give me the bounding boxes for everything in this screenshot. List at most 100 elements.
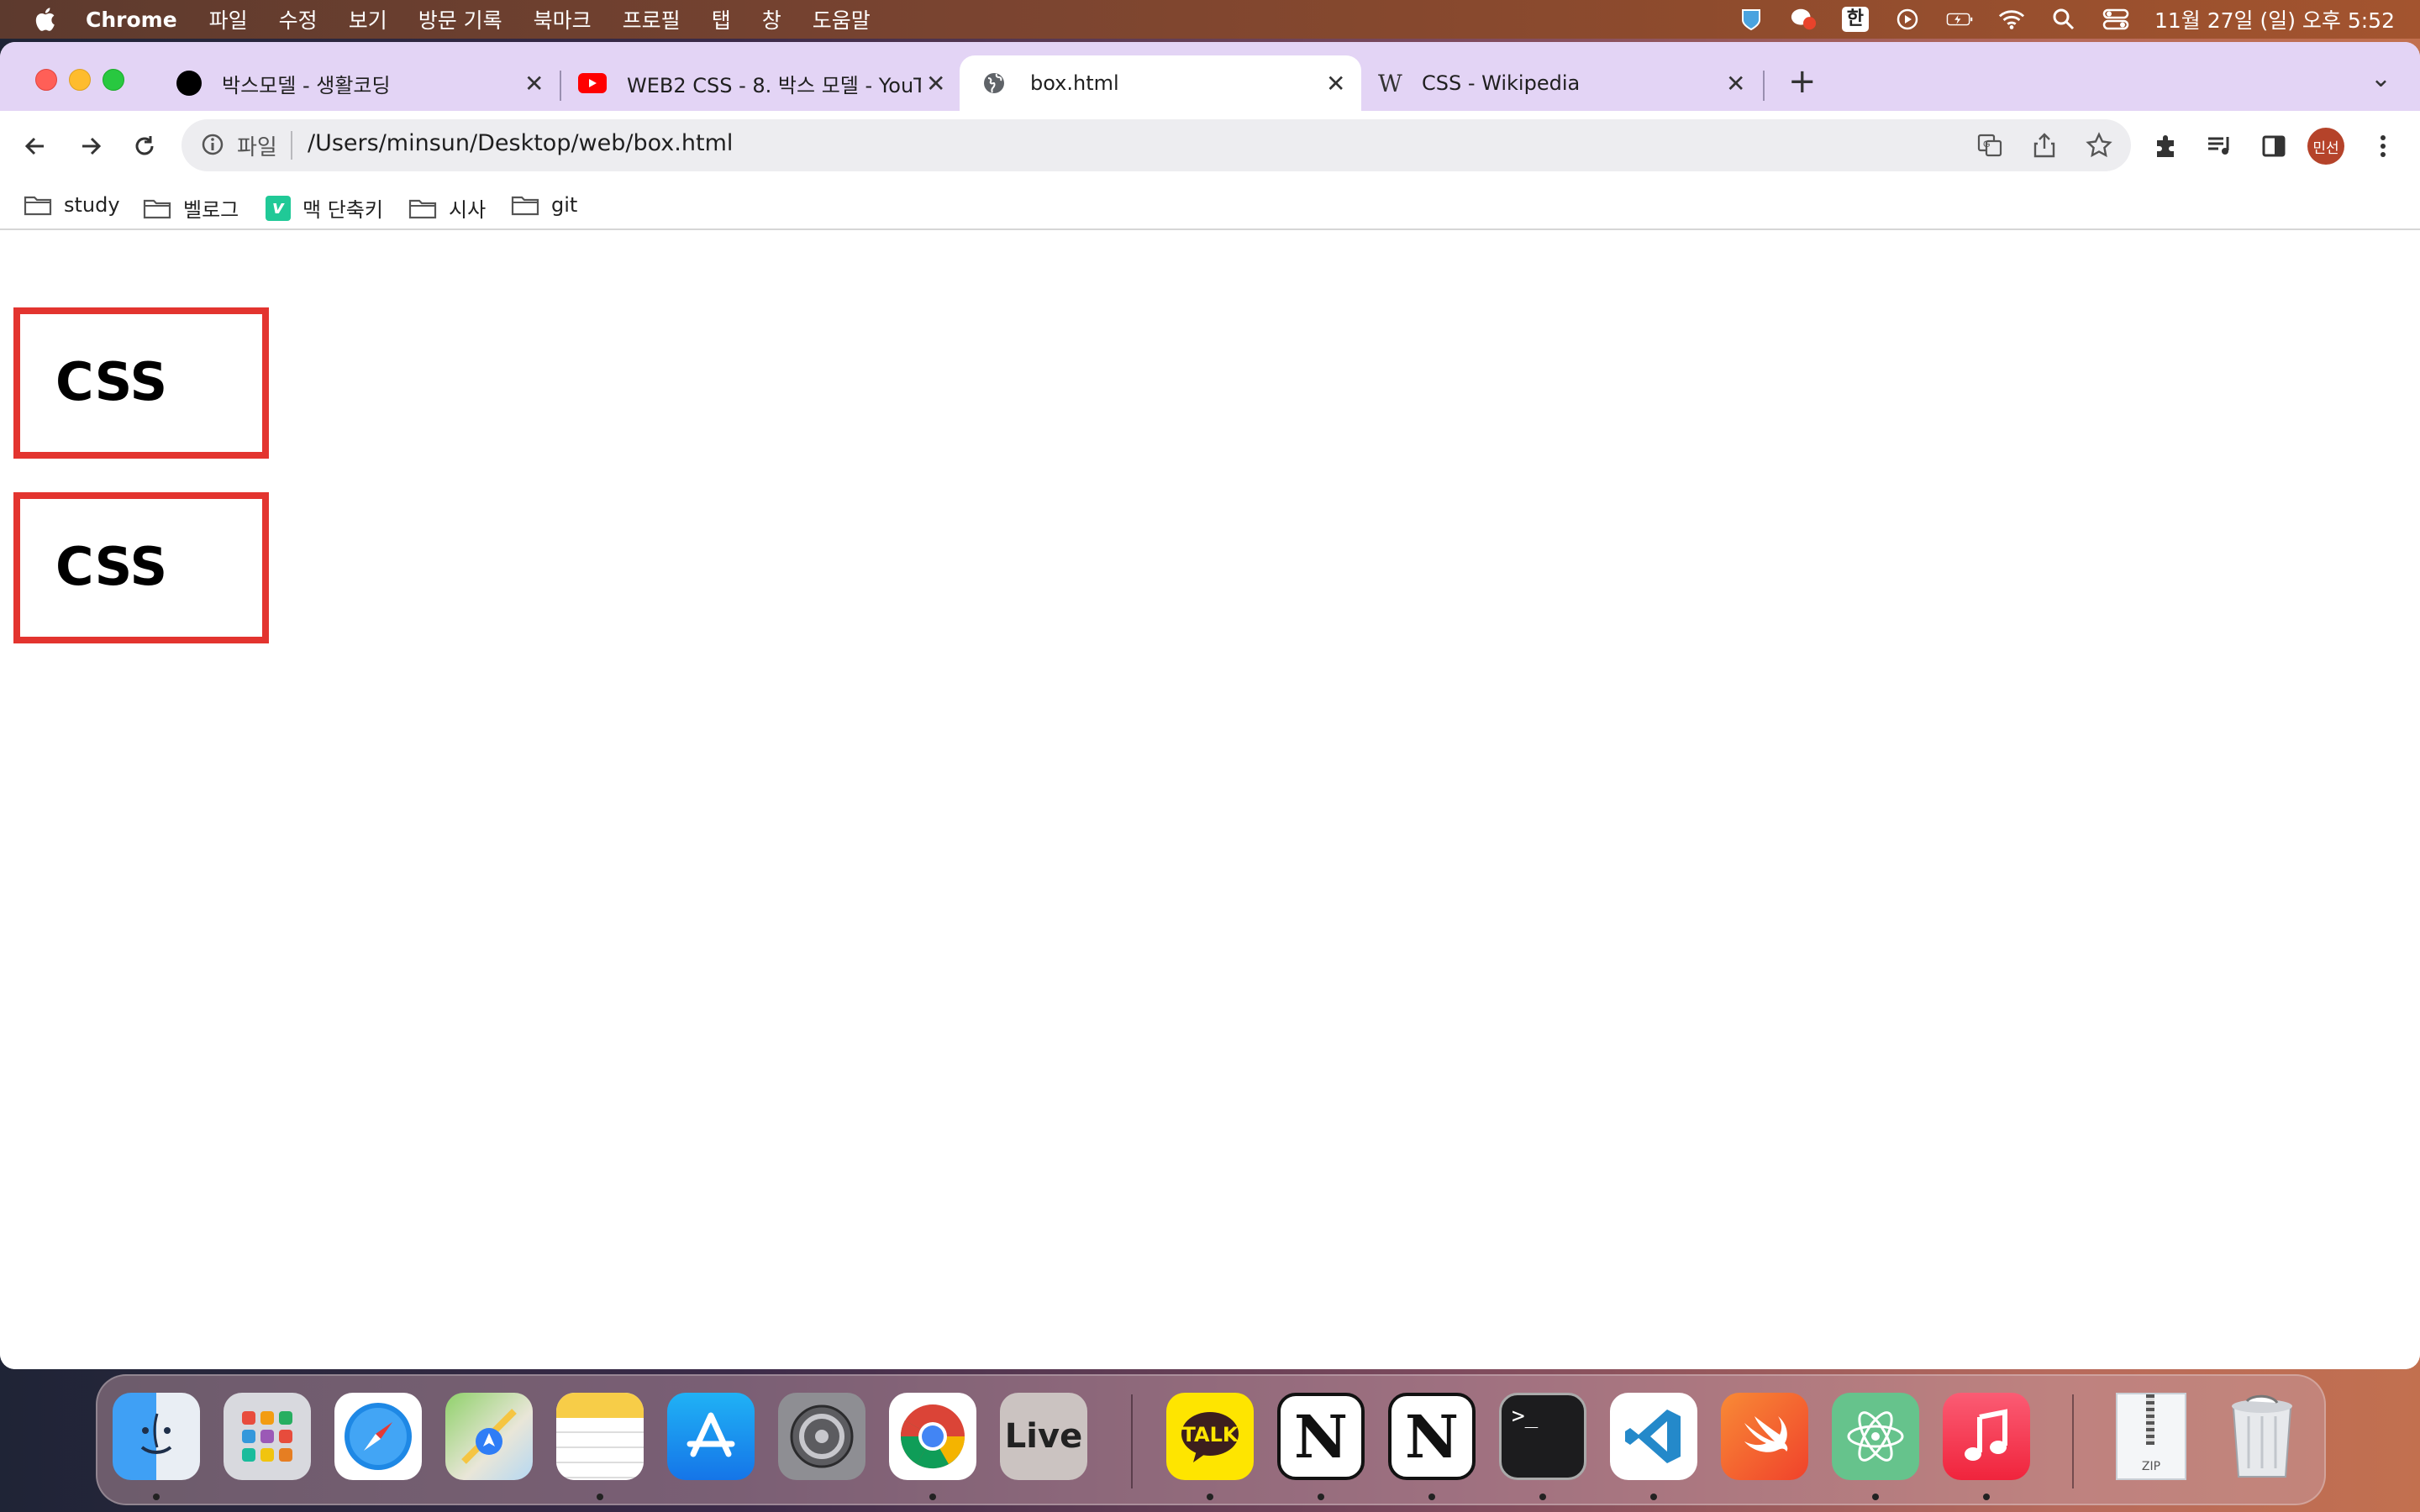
new-tab-button[interactable]: + <box>1788 62 1817 101</box>
folder-icon <box>143 199 171 218</box>
tab-search-chevron-icon[interactable]: ⌄ <box>2370 64 2391 93</box>
finder-icon[interactable] <box>113 1393 200 1480</box>
reload-button[interactable] <box>126 128 163 165</box>
live-server-icon[interactable]: Live <box>1000 1393 1087 1480</box>
menu-profiles[interactable]: 프로필 <box>623 4 681 34</box>
system-preferences-icon[interactable] <box>778 1393 865 1480</box>
menu-tab[interactable]: 탭 <box>712 4 731 34</box>
box-heading: CSS <box>55 351 168 412</box>
menu-edit[interactable]: 수정 <box>279 4 318 34</box>
tab-wikipedia[interactable]: W CSS - Wikipedia ✕ <box>1370 55 1756 111</box>
window-zoom-button[interactable] <box>103 69 124 91</box>
extensions-puzzle-icon[interactable] <box>2148 128 2185 165</box>
wifi-icon[interactable] <box>1998 7 2025 32</box>
apple-icon[interactable] <box>32 5 60 34</box>
running-indicator <box>929 1494 936 1500</box>
menubar-clock[interactable]: 11월 27일 (일) 오후 5:52 <box>2154 4 2395 34</box>
bookmark-mac-shortcuts[interactable]: v 맥 단축키 <box>266 193 383 223</box>
window-minimize-button[interactable] <box>69 69 91 91</box>
bookmark-folder-study[interactable]: study <box>24 193 120 217</box>
bookmark-folder-git[interactable]: git <box>511 193 577 217</box>
omnibox-divider <box>291 131 292 160</box>
tab-box-html[interactable]: box.html ✕ <box>960 55 1361 111</box>
tab-strip: 박스모델 - 생활코딩 ✕ WEB2 CSS - 8. 박스 모델 - YouT… <box>0 42 2420 111</box>
swift-playgrounds-icon[interactable] <box>1721 1393 1808 1480</box>
window-close-button[interactable] <box>35 69 57 91</box>
close-tab-icon[interactable]: ✕ <box>926 70 945 97</box>
bookmark-folder-news[interactable]: 시사 <box>408 193 486 223</box>
app-store-icon[interactable] <box>667 1393 755 1480</box>
battery-icon[interactable] <box>1946 7 1973 32</box>
menu-history[interactable]: 방문 기록 <box>418 4 502 34</box>
zip-archive-icon[interactable]: ZIP <box>2107 1393 2195 1480</box>
kakaotalk-icon[interactable]: TALK <box>1166 1393 1254 1480</box>
menu-window[interactable]: 창 <box>762 4 781 34</box>
back-button[interactable] <box>17 128 54 165</box>
running-indicator <box>1539 1494 1546 1500</box>
bookmark-label: 시사 <box>449 198 487 222</box>
url-scheme-chip: 파일 <box>237 135 277 160</box>
running-indicator <box>1650 1494 1657 1500</box>
vpn-shield-icon[interactable] <box>1738 7 1765 32</box>
avatar: 민선 <box>2307 128 2344 165</box>
menu-help[interactable]: 도움말 <box>813 4 871 34</box>
atom-icon[interactable] <box>1832 1393 1919 1480</box>
close-tab-icon[interactable]: ✕ <box>1726 70 1745 97</box>
vscode-icon[interactable] <box>1610 1393 1697 1480</box>
menu-view[interactable]: 보기 <box>349 4 387 34</box>
tab-youtube[interactable]: WEB2 CSS - 8. 박스 모델 - YouTu ✕ <box>568 55 955 111</box>
zip-label: ZIP <box>2141 1460 2161 1473</box>
close-tab-icon[interactable]: ✕ <box>1326 70 1345 97</box>
media-queue-icon[interactable] <box>2202 128 2238 165</box>
menu-file[interactable]: 파일 <box>209 4 248 34</box>
site-info-icon[interactable] <box>200 132 225 160</box>
running-indicator <box>1872 1494 1879 1500</box>
tab-title: CSS - Wikipedia <box>1422 71 1581 95</box>
globe-icon <box>981 71 1007 96</box>
spotlight-search-icon[interactable] <box>2050 7 2077 32</box>
zip-stripe <box>2146 1394 2154 1445</box>
notion-glyph: N <box>1405 1401 1459 1472</box>
running-indicator <box>153 1494 160 1500</box>
bookmark-folder-velog[interactable]: 벨로그 <box>143 193 239 223</box>
chat-notification-icon[interactable] <box>1790 7 1817 32</box>
notes-icon[interactable] <box>556 1393 644 1480</box>
side-panel-icon[interactable] <box>2255 128 2292 165</box>
youtube-icon <box>578 73 607 93</box>
bookmark-label: 벨로그 <box>183 198 239 222</box>
browser-toolbar: 파일 /Users/minsun/Desktop/web/box.html G … <box>0 111 2420 183</box>
zip-document: ZIP <box>2116 1393 2186 1480</box>
notion-glyph: N <box>1294 1401 1348 1472</box>
address-bar[interactable]: 파일 /Users/minsun/Desktop/web/box.html G <box>182 119 2131 171</box>
maps-icon[interactable] <box>445 1393 533 1480</box>
launchpad-icon[interactable] <box>224 1393 311 1480</box>
profile-avatar[interactable]: 민선 <box>2307 128 2344 165</box>
folder-icon <box>408 199 437 218</box>
share-icon[interactable] <box>2032 132 2057 162</box>
chrome-menu-kebab-icon[interactable] <box>2365 128 2402 165</box>
active-app-name[interactable]: Chrome <box>86 8 177 32</box>
music-icon[interactable] <box>1943 1393 2030 1480</box>
notion-icon[interactable]: N <box>1388 1393 1476 1480</box>
close-tab-icon[interactable]: ✕ <box>524 70 544 97</box>
input-source-indicator[interactable]: 한 <box>1841 7 1869 32</box>
trash-icon[interactable] <box>2218 1393 2306 1480</box>
box-heading: CSS <box>55 536 168 597</box>
tab-title: 박스모델 - 생활코딩 <box>222 73 391 97</box>
bookmark-label: 맥 단축키 <box>302 198 383 222</box>
menu-bookmarks[interactable]: 북마크 <box>534 4 592 34</box>
safari-icon[interactable] <box>334 1393 422 1480</box>
forward-button[interactable] <box>72 128 109 165</box>
chrome-icon[interactable] <box>889 1393 976 1480</box>
url-text[interactable]: /Users/minsun/Desktop/web/box.html <box>308 130 733 156</box>
notes-header <box>556 1393 644 1418</box>
play-icon[interactable] <box>1894 7 1921 32</box>
bookmark-star-icon[interactable] <box>2086 132 2112 162</box>
notion-icon[interactable]: N <box>1277 1393 1365 1480</box>
terminal-icon[interactable]: >_ <box>1499 1393 1586 1480</box>
folder-icon <box>511 196 539 216</box>
control-center-icon[interactable] <box>2102 7 2129 32</box>
tab-opentutorials[interactable]: 박스모델 - 생활코딩 ✕ <box>165 55 551 111</box>
translate-icon[interactable]: G <box>1976 132 2003 162</box>
running-indicator <box>1428 1494 1435 1500</box>
